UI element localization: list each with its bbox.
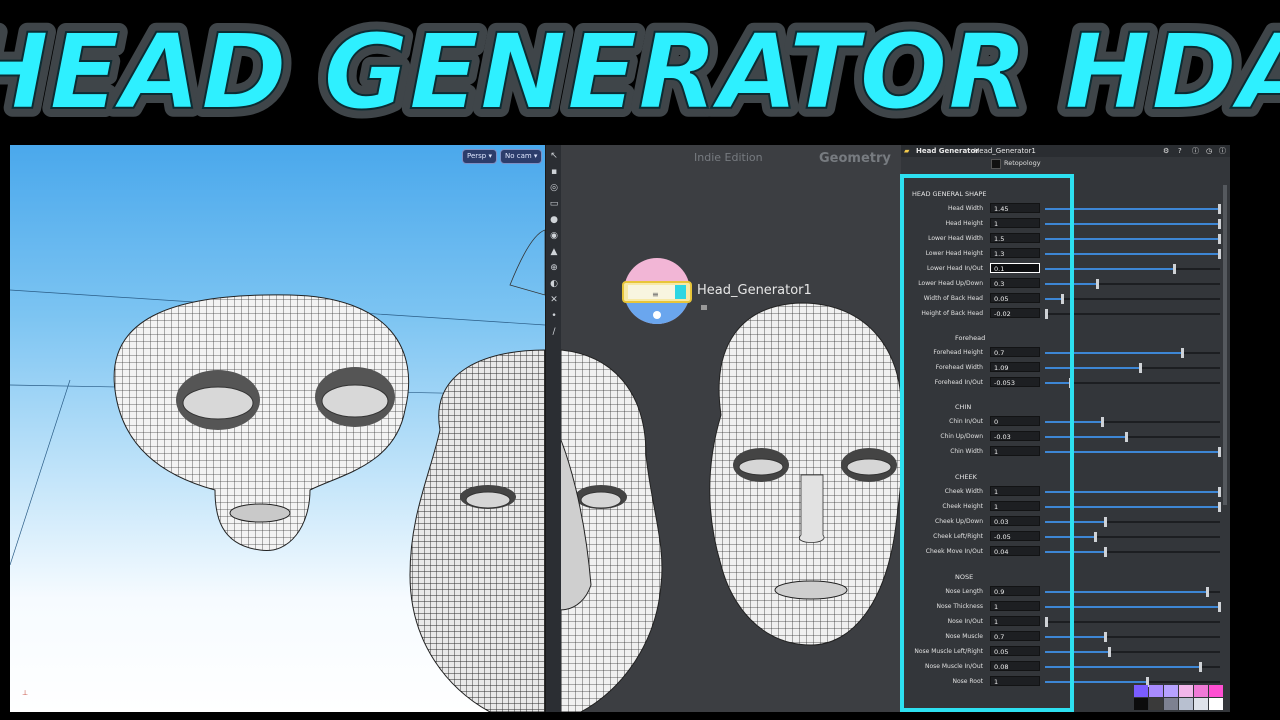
alien-head-mesh	[113, 294, 410, 552]
banner-title: HEAD GENERATOR HDA HEAD GENERATOR HDA	[0, 2, 1280, 142]
node-name-field[interactable]: Head_Generator1	[974, 145, 1036, 157]
zoom-icon[interactable]: ⊕	[549, 263, 559, 273]
retopology-checkbox[interactable]	[991, 159, 1001, 169]
eye-icon[interactable]: ◎	[549, 183, 559, 193]
wrench-icon[interactable]: ∕	[549, 327, 559, 337]
color-swatch[interactable]	[1209, 685, 1223, 697]
param-slider-handle[interactable]	[1093, 532, 1097, 542]
select-icon[interactable]: ↖	[549, 151, 559, 161]
param-slider-handle[interactable]	[1218, 249, 1221, 259]
info-icon[interactable]: ⓘ	[1192, 145, 1199, 157]
node-name-label: Head_Generator1	[697, 283, 812, 298]
help-icon[interactable]: ?	[1178, 145, 1182, 157]
color-swatch[interactable]	[1134, 685, 1148, 697]
color-swatch[interactable]	[1149, 685, 1163, 697]
perspective-menu-button[interactable]: Persp ▾	[462, 149, 497, 164]
param-slider-handle[interactable]	[1218, 234, 1221, 244]
dot-icon[interactable]: •	[549, 311, 559, 321]
color-swatch[interactable]	[1194, 685, 1208, 697]
param-slider-handle[interactable]	[1172, 264, 1176, 274]
color-swatch[interactable]	[1194, 698, 1208, 710]
color-swatch[interactable]	[1209, 698, 1223, 710]
node-type-icon: ▰	[904, 147, 910, 155]
big-nose-head-right-mesh	[561, 349, 663, 712]
retopology-label: Retopology	[1004, 159, 1041, 167]
param-slider-handle[interactable]	[1218, 447, 1221, 457]
color-swatch[interactable]	[1179, 685, 1193, 697]
param-slider-handle[interactable]	[1218, 502, 1221, 512]
light-icon[interactable]: ●	[549, 215, 559, 225]
camera-label: No cam	[505, 152, 532, 160]
parameter-header: ▰ Head Generator Head_Generator1 ⚙ ? ⓘ ◷…	[901, 145, 1230, 157]
question-icon[interactable]: ⓘ	[1219, 145, 1226, 157]
frame-icon[interactable]: ◐	[549, 279, 559, 289]
scene-viewport[interactable]: ⊥ Persp ▾ No cam ▾	[10, 145, 545, 712]
gear-icon[interactable]: ⚙	[1163, 145, 1169, 157]
history-icon[interactable]: ◷	[1206, 145, 1212, 157]
head-generator-node[interactable]: ≡	[622, 258, 707, 324]
param-slider-handle[interactable]	[1104, 517, 1108, 527]
param-slider-handle[interactable]	[1104, 547, 1108, 557]
param-slider-handle[interactable]	[1107, 647, 1111, 657]
param-slider-handle[interactable]	[1104, 632, 1108, 642]
banner-title-text: HEAD GENERATOR HDA	[0, 11, 1280, 133]
param-slider-handle[interactable]	[1218, 219, 1221, 229]
node-type-label: Head Generator	[916, 147, 979, 155]
network-canvas: ≡	[561, 258, 901, 712]
viewport-toolbar: ↖ ▪ ◎ ▭ ● ◉ ▲ ⊕ ◐ ✕ • ∕	[545, 145, 562, 712]
viewport-scene: ⊥	[10, 229, 545, 712]
param-slider-handle[interactable]	[1100, 417, 1104, 427]
param-slider-handle[interactable]	[1125, 432, 1129, 442]
color-swatch[interactable]	[1149, 698, 1163, 710]
perspective-label: Persp	[467, 152, 487, 160]
lock-icon[interactable]: ▪	[549, 167, 559, 177]
pin-icon[interactable]: ▲	[549, 247, 559, 257]
param-slider-handle[interactable]	[1218, 487, 1221, 497]
network-editor[interactable]: Indie Edition Geometry ≡ Head_Generator1	[561, 145, 901, 712]
color-swatch[interactable]	[1179, 698, 1193, 710]
color-swatch[interactable]	[1164, 698, 1178, 710]
color-swatch[interactable]	[1134, 698, 1148, 710]
param-slider-handle[interactable]	[1218, 204, 1221, 214]
grid-icon[interactable]: ✕	[549, 295, 559, 305]
camera-icon[interactable]: ◉	[549, 231, 559, 241]
param-slider-handle[interactable]	[1139, 363, 1143, 373]
param-slider-handle[interactable]	[1218, 602, 1221, 612]
param-slider-handle[interactable]	[1205, 587, 1209, 597]
parameter-highlight-frame	[900, 174, 1074, 712]
svg-text:⊥: ⊥	[22, 689, 28, 697]
human-head-mesh	[709, 302, 901, 646]
param-slider-handle[interactable]	[1095, 279, 1099, 289]
camera-menu-button[interactable]: No cam ▾	[500, 149, 543, 164]
big-nose-head-mesh	[409, 349, 545, 712]
color-swatch[interactable]	[1164, 685, 1178, 697]
param-slider-handle[interactable]	[1181, 348, 1185, 358]
param-slider-handle[interactable]	[1198, 662, 1202, 672]
svg-text:≡: ≡	[652, 290, 659, 299]
panel-scrollbar[interactable]	[1223, 185, 1227, 505]
banner: HEAD GENERATOR HDA HEAD GENERATOR HDA	[0, 0, 1280, 145]
snap-icon[interactable]: ▭	[549, 199, 559, 209]
